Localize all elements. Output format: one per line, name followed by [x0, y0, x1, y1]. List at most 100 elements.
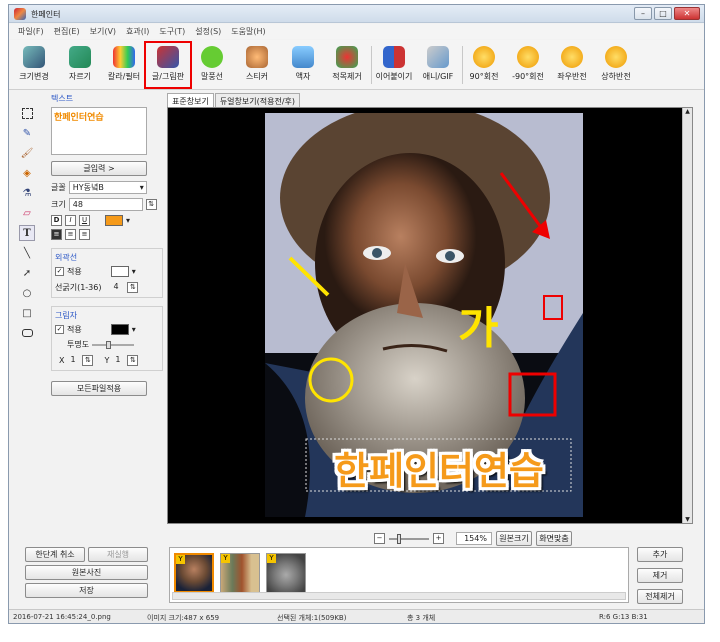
align-right-button[interactable]: ≡	[79, 229, 90, 240]
menu-tools[interactable]: 도구(T)	[159, 26, 185, 37]
tool-crop[interactable]: 자르기	[57, 42, 103, 88]
menu-settings[interactable]: 설정(S)	[195, 26, 221, 37]
tool-label: 이어붙이기	[375, 72, 413, 81]
chevron-down-icon[interactable]: ▾	[132, 325, 136, 334]
status-filename: 2016-07-21 16:45:24_0.png	[13, 613, 111, 621]
outline-thickness-field[interactable]: 4	[110, 281, 124, 294]
tool-frame[interactable]: 액자	[280, 42, 326, 88]
chevron-down-icon[interactable]: ▾	[132, 267, 136, 276]
menu-help[interactable]: 도움말(H)	[231, 26, 265, 37]
canvas-vertical-scrollbar[interactable]: ▲ ▼	[682, 108, 692, 523]
tool-sticker[interactable]: 스티커	[234, 42, 280, 88]
color-picker-tool[interactable]: ⚗	[19, 185, 35, 201]
text-tool[interactable]: T	[19, 225, 35, 241]
eraser-tool[interactable]: ▱	[19, 205, 35, 221]
tool-red-eye[interactable]: 적목제거	[324, 42, 370, 88]
text-input-button[interactable]: 글입력 >	[51, 161, 147, 176]
image-canvas[interactable]: 가 한페인터연습 ▲ ▼	[167, 107, 693, 524]
close-button[interactable]: ✕	[674, 7, 700, 20]
tool-label: 90°회전	[469, 72, 499, 81]
menu-file[interactable]: 파일(F)	[18, 26, 44, 37]
line-tool[interactable]: ╲	[19, 245, 35, 261]
shadow-y-field[interactable]: 1	[112, 354, 124, 367]
fit-screen-button[interactable]: 화면맞춤	[536, 531, 572, 546]
brush-icon: 🖌	[20, 147, 34, 159]
remove-button[interactable]: 제거	[637, 568, 683, 583]
text-input-area[interactable]: 한페인터연습	[51, 107, 147, 155]
zoom-slider[interactable]	[389, 533, 429, 544]
remove-all-button[interactable]: 전체제거	[637, 589, 683, 604]
arrow-tool[interactable]: ➚	[19, 265, 35, 281]
size-field[interactable]: 48	[68, 198, 143, 211]
tool-speech-bubble[interactable]: 말풍선	[189, 42, 235, 88]
tool-text-draw[interactable]: 글/그림판	[144, 41, 192, 89]
scroll-down-icon[interactable]: ▼	[683, 516, 692, 523]
add-button[interactable]: 추가	[637, 547, 683, 562]
rounded-rect-tool[interactable]	[19, 325, 35, 341]
bold-button[interactable]: D	[51, 215, 62, 226]
tool-rotate-minus-90[interactable]: -90°회전	[505, 42, 551, 88]
align-left-button[interactable]: ≡	[51, 229, 62, 240]
shadow-checkbox[interactable]: ✓	[55, 325, 64, 334]
original-photo-button[interactable]: 원본사진	[25, 565, 148, 580]
original-size-button[interactable]: 원본크기	[496, 531, 532, 546]
scroll-up-icon[interactable]: ▲	[683, 108, 692, 115]
menu-effects[interactable]: 효과(I)	[126, 26, 149, 37]
shadow-x-stepper[interactable]: ⇅	[82, 355, 94, 366]
shadow-x-field[interactable]: 1	[67, 354, 79, 367]
handwritten-ga-annotation[interactable]: 가	[458, 292, 498, 356]
overlay-text-annotation[interactable]: 한페인터연습	[308, 440, 570, 495]
select-rect-tool[interactable]	[19, 105, 35, 121]
thumbnail-item[interactable]: Y	[266, 553, 306, 593]
text-color-swatch[interactable]	[105, 215, 123, 226]
tool-merge[interactable]: 이어붙이기	[371, 42, 417, 88]
yellow-circle-annotation[interactable]	[308, 357, 354, 403]
font-select[interactable]: HY동녘B ▾	[68, 181, 147, 194]
outline-thickness-stepper[interactable]: ⇅	[127, 282, 139, 293]
tool-gif[interactable]: 애니/GIF	[415, 42, 461, 88]
undo-button[interactable]: 한단계 취소	[25, 547, 85, 562]
brush-tool[interactable]: 🖌	[19, 145, 35, 161]
red-arrow-annotation[interactable]	[499, 172, 545, 231]
rectangle-tool[interactable]: □	[19, 305, 35, 321]
tool-label: 적목제거	[332, 72, 362, 81]
transparency-slider[interactable]	[92, 340, 135, 349]
maximize-button[interactable]: □	[654, 7, 672, 20]
red-rect-large-annotation[interactable]	[508, 372, 557, 417]
tool-rotate-90[interactable]: 90°회전	[461, 42, 507, 88]
apply-all-files-button[interactable]: 모든파일적용	[51, 381, 147, 396]
tool-flip-horizontal[interactable]: 좌우반전	[549, 42, 595, 88]
chevron-down-icon: ▾	[139, 183, 144, 192]
outline-color-swatch[interactable]	[110, 266, 129, 277]
outline-group: 외곽선 ✓ 적용 ▾ 선굵기(1-36) 4 ⇅	[51, 248, 163, 298]
tool-resize[interactable]: 크기변경	[11, 42, 57, 88]
red-rect-small-annotation[interactable]	[543, 295, 563, 320]
redo-button[interactable]: 재실행	[88, 547, 148, 562]
menu-view[interactable]: 보기(V)	[90, 26, 116, 37]
thumbnail-item[interactable]: Y	[220, 553, 260, 593]
title-bar: 한페인터 – □ ✕	[9, 5, 704, 23]
save-button[interactable]: 저장	[25, 583, 148, 598]
size-stepper[interactable]: ⇅	[145, 199, 157, 210]
shadow-y-stepper[interactable]: ⇅	[127, 355, 139, 366]
chevron-down-icon[interactable]: ▾	[126, 216, 130, 225]
yellow-line-annotation[interactable]	[288, 256, 330, 297]
fill-tool[interactable]: ◈	[19, 165, 35, 181]
circle-tool[interactable]: ○	[19, 285, 35, 301]
thumbnail-item[interactable]: Y	[174, 553, 214, 593]
shadow-color-swatch[interactable]	[110, 324, 129, 335]
flip-vertical-icon	[605, 46, 627, 68]
menu-edit[interactable]: 편집(E)	[54, 26, 80, 37]
italic-button[interactable]: I	[65, 215, 76, 226]
tool-color-filter[interactable]: 칼라/필터	[101, 42, 147, 88]
underline-button[interactable]: U	[79, 215, 90, 226]
outline-checkbox[interactable]: ✓	[55, 267, 64, 276]
minimize-button[interactable]: –	[634, 7, 652, 20]
tool-label: 글/그림판	[151, 72, 185, 81]
zoom-in-button[interactable]: +	[433, 533, 444, 544]
align-center-button[interactable]: ≡	[65, 229, 76, 240]
pencil-tool[interactable]: ✎	[19, 125, 35, 141]
zoom-out-button[interactable]: −	[374, 533, 385, 544]
tool-flip-vertical[interactable]: 상하반전	[593, 42, 639, 88]
filmstrip-scrollbar[interactable]	[172, 592, 626, 600]
